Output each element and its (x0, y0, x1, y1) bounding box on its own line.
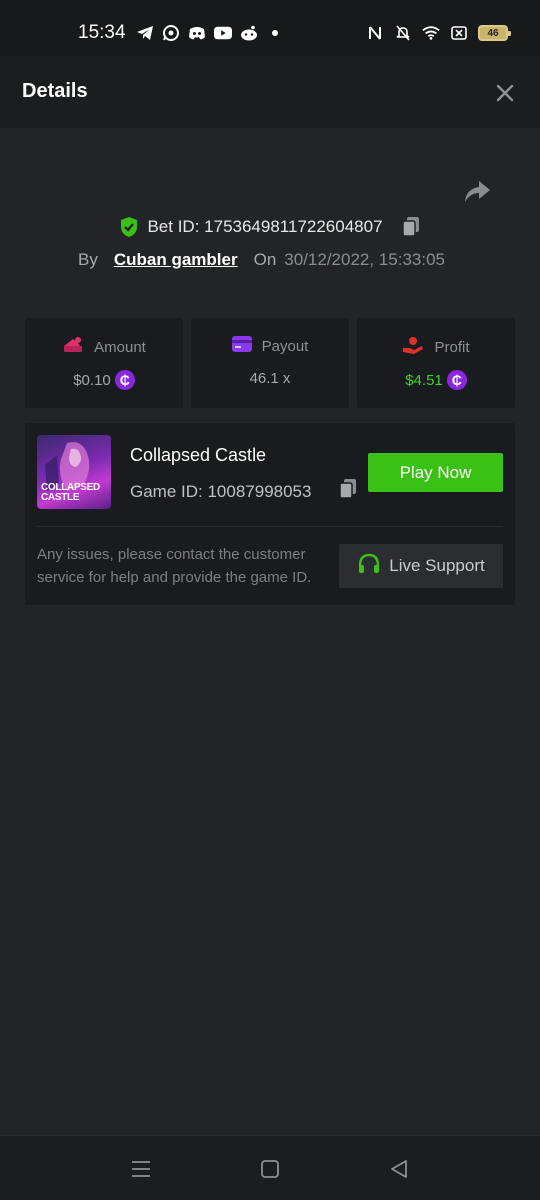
no-sim-icon (450, 24, 468, 42)
live-support-label: Live Support (389, 556, 485, 575)
bet-id: Bet ID: 1753649811722604807 (147, 217, 383, 236)
youtube-icon (214, 24, 232, 42)
game-thumbnail-title: COLLAPSED CASTLE (41, 482, 100, 503)
game-id: Game ID: 10087998053 (130, 481, 312, 501)
payout-label: Payout (261, 338, 309, 355)
verified-shield-icon (119, 216, 139, 238)
copy-icon (339, 479, 356, 499)
live-support-button[interactable]: Live Support (339, 544, 503, 588)
profit-value: $4.51 (405, 371, 443, 389)
system-icons: 46 (366, 24, 511, 42)
share-button[interactable] (462, 178, 492, 206)
system-nav-bar (0, 1135, 540, 1200)
share-icon (465, 181, 490, 202)
details-header: Details (0, 56, 540, 128)
menu-icon (132, 1161, 150, 1177)
reddit-icon (240, 24, 258, 42)
on-label: On (253, 250, 277, 269)
copy-bet-id-button[interactable] (401, 216, 421, 238)
home-button[interactable] (259, 1158, 281, 1180)
amount-icon (62, 336, 84, 359)
amount-label: Amount (94, 339, 146, 356)
close-button[interactable] (494, 82, 516, 104)
bet-id-row: Bet ID: 1753649811722604807 (0, 216, 540, 238)
profit-label: Profit (434, 339, 470, 356)
dot-icon (266, 24, 284, 42)
back-icon (391, 1160, 407, 1178)
payout-card: Payout 46.1 x (191, 318, 349, 408)
close-icon (496, 84, 514, 102)
mute-icon (394, 24, 412, 42)
user-link[interactable]: Cuban gambler (114, 250, 238, 270)
bet-date: 30/12/2022, 15:33:05 (284, 250, 445, 269)
status-time: 15:34 (78, 22, 126, 43)
amount-value: $0.10 (73, 371, 111, 389)
whatsapp-icon (162, 24, 180, 42)
coin-icon: ₵ (446, 370, 467, 390)
telegram-icon (136, 24, 154, 42)
home-icon (261, 1160, 279, 1178)
bet-meta-row: By Cuban gambler On 30/12/2022, 15:33:05 (78, 250, 445, 270)
copy-icon (401, 217, 419, 237)
wifi-icon (422, 24, 440, 42)
status-bar: 15:34 46 (0, 0, 540, 56)
game-id-row: Game ID: 10087998053 (130, 478, 358, 505)
copy-game-id-button[interactable] (338, 478, 358, 505)
game-card: COLLAPSED CASTLE Collapsed Castle Game I… (25, 423, 515, 605)
play-now-button[interactable]: Play Now (368, 453, 503, 492)
payout-value: 46.1 x (249, 370, 291, 387)
game-thumbnail[interactable]: COLLAPSED CASTLE (37, 435, 111, 509)
discord-icon (188, 24, 206, 42)
profit-card: Profit $4.51 ₵ (357, 318, 515, 408)
payout-icon (231, 336, 252, 357)
support-hint-text: Any issues, please contact the customer … (37, 546, 312, 586)
profit-icon (402, 336, 424, 359)
back-button[interactable] (388, 1158, 410, 1180)
coin-icon: ₵ (114, 370, 135, 390)
battery-indicator: 46 (478, 25, 511, 41)
by-label: By (78, 250, 98, 269)
nfc-icon (366, 24, 384, 42)
headset-icon (357, 552, 381, 581)
amount-card: Amount $0.10 ₵ (25, 318, 183, 408)
divider (37, 526, 503, 527)
game-name: Collapsed Castle (130, 445, 267, 465)
page-title: Details (22, 80, 88, 102)
recent-apps-button[interactable] (130, 1158, 152, 1180)
notification-icons (136, 24, 284, 42)
